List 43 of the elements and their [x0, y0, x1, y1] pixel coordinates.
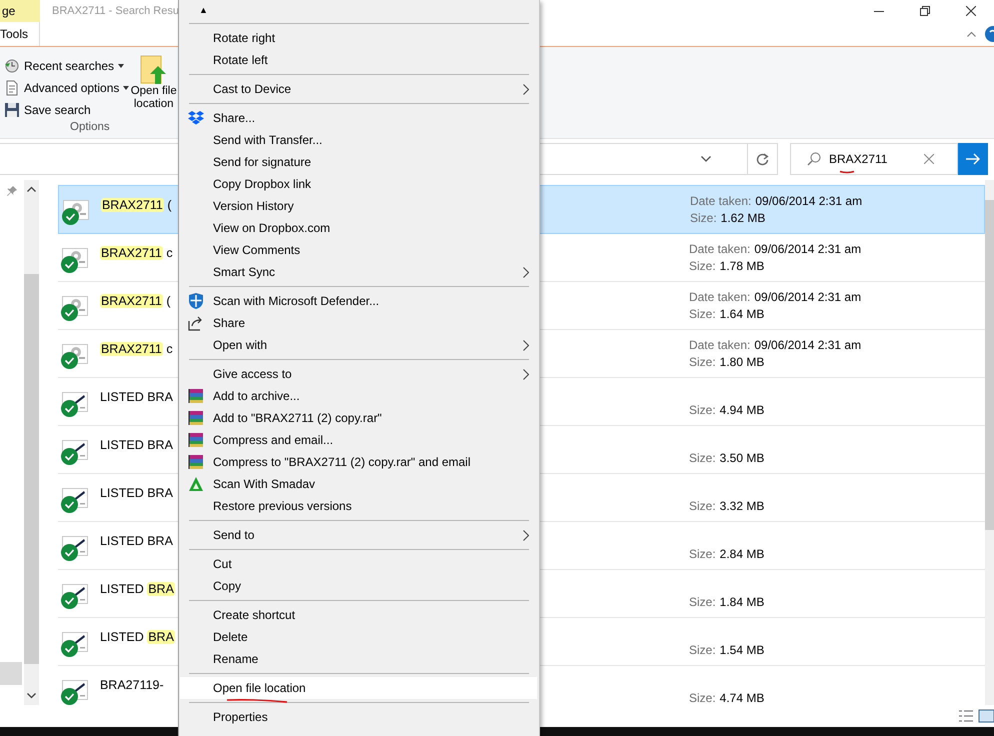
detail-label: Size: — [688, 595, 716, 609]
size-value: 1.84 MB — [720, 595, 764, 609]
window-title: BRAX2711 - Search Resu — [52, 4, 179, 19]
file-name: BRAX2711 ( — [100, 197, 172, 214]
file-name: LISTED BRA — [100, 629, 175, 646]
date-value: 09/06/2014 2:31 am — [754, 290, 862, 304]
size-value: 4.94 MB — [720, 403, 764, 417]
detail-label: Date taken: — [688, 242, 750, 256]
file-name: LISTED BRA — [100, 389, 173, 406]
size-value: 1.80 MB — [720, 355, 764, 369]
detail-label: Size: — [688, 307, 716, 321]
detail-label: Size: — [688, 691, 716, 705]
detail-label: Date taken: — [688, 338, 750, 352]
detail-label: Size: — [690, 211, 717, 225]
detail-label: Size: — [688, 403, 716, 417]
date-value: 09/06/2014 2:31 am — [754, 338, 862, 352]
file-name: BRAX2711 ( — [100, 293, 171, 310]
detail-label: Size: — [688, 499, 716, 513]
detail-label: Size: — [688, 547, 716, 561]
size-value: 2.84 MB — [720, 547, 764, 561]
file-name: LISTED BRA — [100, 581, 175, 598]
file-name: BRAX2711 c — [100, 341, 173, 358]
file-name: BRAX2711 c — [100, 245, 173, 262]
detail-label: Date taken: — [688, 290, 750, 304]
size-value: 3.32 MB — [720, 499, 764, 513]
file-name: LISTED BRA — [100, 533, 173, 550]
detail-label: Date taken: — [690, 194, 752, 208]
size-value: 1.78 MB — [720, 259, 764, 273]
detail-label: Size: — [688, 355, 716, 369]
group-label: Options — [70, 120, 110, 135]
detail-label: Size: — [688, 643, 716, 657]
detail-label: Size: — [688, 451, 716, 465]
detail-label: Size: — [688, 259, 716, 273]
file-name: LISTED BRA — [100, 485, 173, 502]
size-value: 4.74 MB — [720, 691, 764, 705]
size-value: 1.64 MB — [720, 307, 764, 321]
size-value: 3.50 MB — [720, 451, 764, 465]
date-value: 09/06/2014 2:31 am — [754, 242, 862, 256]
date-value: 09/06/2014 2:31 am — [755, 194, 862, 208]
file-name: BRA27119- — [100, 677, 164, 694]
file-name: LISTED BRA — [100, 437, 173, 454]
size-value: 1.54 MB — [720, 643, 764, 657]
size-value: 1.62 MB — [720, 211, 766, 225]
